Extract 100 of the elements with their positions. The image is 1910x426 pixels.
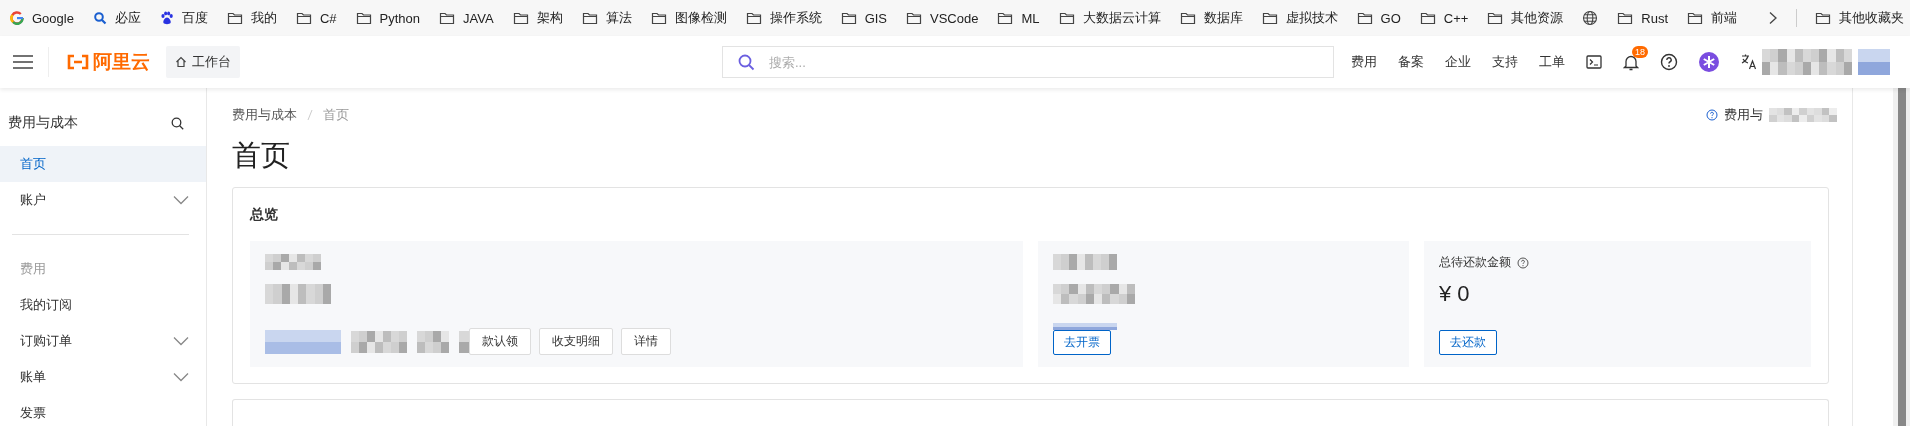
folder-icon [1419,11,1436,25]
pixelated-block [1053,254,1117,270]
folder-icon [439,11,456,25]
bookmark[interactable] [1582,10,1599,26]
workbench-button[interactable]: 工作台 [166,46,240,78]
nav-link[interactable]: 企业 [1445,53,1471,71]
folder-icon [840,11,857,25]
help-icon[interactable] [1660,53,1678,71]
folder-icon [997,11,1014,25]
amount-label: 总待还款金额 [1439,254,1511,271]
bookmark[interactable]: Google [10,10,74,26]
pixelated-block [1769,108,1837,122]
home-icon [175,56,187,68]
breadcrumb-separator [307,109,313,121]
folder-icon [650,11,667,25]
pixelated-block [265,284,331,304]
nav-link[interactable]: 支持 [1492,53,1518,71]
bookmark[interactable]: 百度 [159,9,208,27]
pixelated-block [265,254,321,270]
folder-icon [295,11,312,25]
bookmark[interactable]: 必应 [92,9,141,27]
bookmark[interactable]: 其他资源 [1487,9,1564,27]
folder-icon [1058,11,1075,25]
sidebar-item[interactable]: 订购订单 [0,323,206,359]
breadcrumb-item[interactable]: 费用与成本 [232,106,297,124]
nav-link[interactable]: 工单 [1539,53,1565,71]
folder-icon [745,11,762,25]
bookmark[interactable]: 操作系统 [745,9,822,27]
page-title: 首页 [232,138,291,173]
star-avatar-icon[interactable] [1699,52,1719,72]
bookmark[interactable]: 算法 [581,9,632,27]
bookmark[interactable]: Rust [1617,10,1669,26]
sidebar-item[interactable]: 账户 [0,182,206,218]
pixelated-block [417,330,449,353]
folder-icon [226,11,243,25]
folder-icon [581,11,598,25]
chevron-right-icon[interactable] [1768,11,1778,25]
folder-icon [1815,11,1831,25]
action-button[interactable]: 去还款 [1439,330,1497,355]
bookmark[interactable]: 前端 [1687,9,1738,27]
bookmark[interactable]: 架构 [512,9,563,27]
folder-icon [906,11,923,25]
paw-icon [159,11,174,25]
pixelated-block [1858,49,1890,75]
sidebar-item[interactable]: 首页 [0,146,206,182]
terminal-icon[interactable] [1586,55,1602,69]
bookmark[interactable]: 虚拟技术 [1261,9,1338,27]
folder-icon [1179,11,1196,25]
bookmark[interactable]: 其他收藏夹 [1815,9,1904,27]
folder-icon [1356,11,1373,25]
bookmark[interactable]: 数据库 [1179,9,1243,27]
card-title: 总览 [250,206,279,224]
globe-icon [1582,10,1599,26]
sidebar-title: 费用与成本 [8,114,78,132]
sidebar-item[interactable]: 我的订阅 [0,287,206,323]
folder-icon [1487,11,1504,25]
action-button[interactable]: 收支明细 [539,328,613,355]
section-label: 费用 [19,260,47,278]
action-button[interactable]: 款认领 [469,328,531,355]
bookmark[interactable]: 我的 [226,9,277,27]
menu-icon[interactable] [12,54,34,70]
google-icon [10,11,24,25]
bookmark[interactable]: Python [355,10,421,26]
bookmark[interactable]: 图像检测 [650,9,727,27]
breadcrumb-item: 首页 [323,106,349,124]
folder-icon [512,11,529,25]
bookmark[interactable]: JAVA [439,10,494,26]
notification-badge: 18 [1632,45,1649,58]
folder-icon [355,11,372,25]
scrollbar[interactable] [1893,88,1910,426]
search-icon [92,11,107,25]
chevron-icon [173,195,189,205]
pixelated-block [1053,323,1117,330]
amount-value: ¥ 0 [1439,281,1470,307]
sidebar-item[interactable]: 账单 [0,359,206,395]
bookmark[interactable]: 大数据云计算 [1058,9,1161,27]
sidebar-item[interactable]: 发票 [0,395,206,426]
bookmark[interactable]: VSCode [906,10,979,26]
nav-link[interactable]: 费用 [1351,53,1377,71]
chevron-icon [173,336,189,346]
bookmark[interactable]: GO [1356,10,1401,26]
bookmark[interactable]: C++ [1419,10,1469,26]
folder-icon [1261,11,1278,25]
pixelated-block [351,330,407,353]
search-icon [738,54,755,71]
translate-icon[interactable] [1740,53,1758,71]
bookmark[interactable]: C# [295,10,337,26]
search-icon[interactable] [171,116,184,130]
bookmark[interactable]: ML [997,10,1040,26]
search-field[interactable]: 搜索... [722,46,1334,78]
bookmark[interactable]: GIS [840,10,888,26]
pixelated-block [459,330,469,353]
folder-icon [1617,11,1634,25]
help-link[interactable]: 费用与 [1724,106,1763,124]
chevron-icon [173,372,189,382]
action-button[interactable]: 去开票 [1053,330,1111,355]
folder-icon [1687,11,1704,25]
bell-icon[interactable] [1623,53,1639,71]
nav-link[interactable]: 备案 [1398,53,1424,71]
action-button[interactable]: 详情 [621,328,671,355]
